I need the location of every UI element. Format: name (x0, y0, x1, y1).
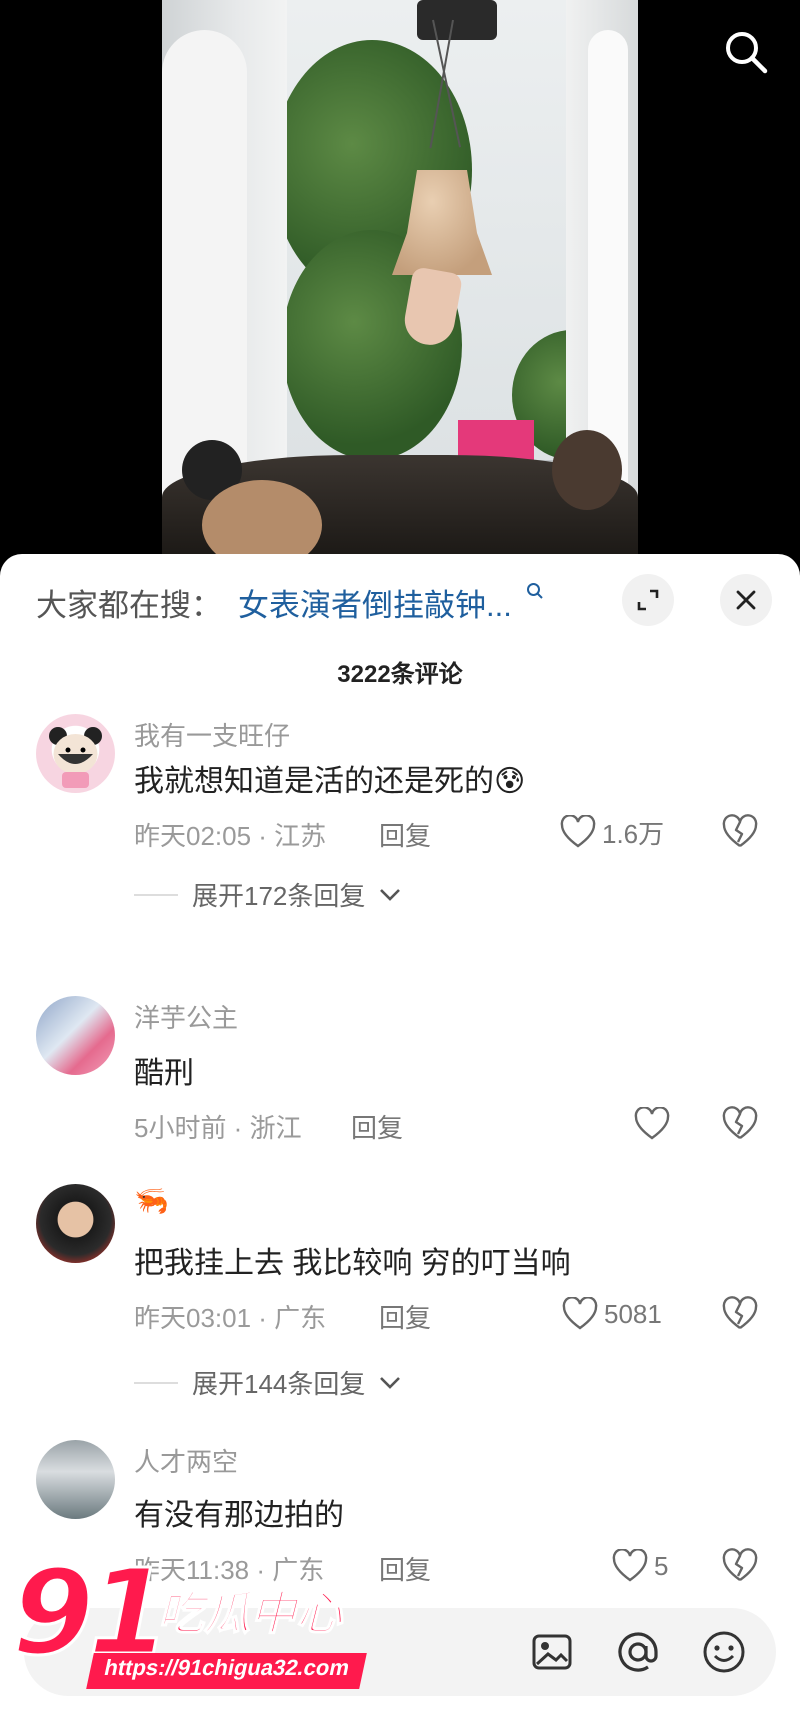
like-button[interactable]: 5 (612, 1546, 668, 1586)
heart-outline-icon (612, 1549, 648, 1582)
search-button[interactable] (718, 24, 774, 80)
close-button[interactable] (720, 574, 772, 626)
username[interactable]: 我有一支旺仔 (134, 716, 290, 753)
username[interactable]: 洋芋公主 (134, 998, 238, 1035)
reply-button[interactable]: 回复 (379, 816, 431, 853)
reply-button[interactable]: 回复 (379, 1298, 431, 1335)
watermark-url: https://91chigua32.com (86, 1653, 367, 1689)
heart-outline-icon (634, 1107, 670, 1140)
comment-time-location: 昨天03:01 · 广东 (134, 1303, 327, 1333)
close-icon (736, 590, 756, 610)
emoji-button[interactable] (700, 1628, 748, 1676)
heart-outline-icon (562, 1297, 598, 1330)
username-shrimp-emoji[interactable]: 🦐 (134, 1184, 169, 1217)
comments-sheet: 大家都在搜： 女表演者倒挂敲钟... 3222条评论 我有一支旺仔 我就想知道是… (0, 554, 800, 1715)
broken-heart-icon[interactable] (722, 1548, 758, 1584)
heart-outline-icon (560, 815, 596, 848)
expand-icon (637, 589, 659, 611)
video-frame (162, 0, 638, 560)
avatar[interactable] (36, 714, 115, 793)
video-player[interactable] (0, 0, 800, 560)
expand-replies-button[interactable]: 展开144条回复 (134, 1364, 401, 1401)
small-search-icon (527, 583, 543, 599)
chevron-down-icon (380, 888, 401, 901)
site-watermark: 91 吃瓜中心 https://91chigua32.com (8, 1542, 408, 1693)
image-icon (532, 1634, 572, 1670)
broken-heart-icon[interactable] (722, 1296, 758, 1332)
comment-text: 酷刑 (134, 1057, 194, 1090)
expand-replies-button[interactable]: 展开172条回复 (134, 876, 401, 913)
reply-button[interactable]: 回复 (351, 1108, 403, 1145)
image-button[interactable] (528, 1628, 576, 1676)
comment-text: 我就想知道是活的还是死的😰 (134, 765, 526, 798)
broken-heart-icon[interactable] (722, 1106, 758, 1142)
chevron-down-icon (380, 1376, 401, 1389)
watermark-name: 吃瓜中心 (157, 1585, 343, 1641)
comment-time-location: 昨天02:05 · 江苏 (134, 821, 327, 851)
broken-heart-icon[interactable] (722, 814, 758, 850)
avatar[interactable] (36, 996, 115, 1075)
trending-search-link[interactable]: 女表演者倒挂敲钟... (238, 580, 512, 625)
comments-count: 3222条评论 (337, 661, 463, 688)
at-icon (618, 1632, 658, 1672)
sheet-header: 大家都在搜： 女表演者倒挂敲钟... (0, 554, 800, 646)
expand-button[interactable] (622, 574, 674, 626)
like-button[interactable]: 5081 (562, 1294, 662, 1334)
comment-text: 把我挂上去 我比较响 穷的叮当响 (134, 1247, 571, 1280)
avatar[interactable] (36, 1184, 115, 1263)
worried-face-emoji: 😰 (494, 765, 526, 798)
avatar[interactable] (36, 1440, 115, 1519)
trending-prefix: 大家都在搜： (36, 588, 222, 623)
comment-text: 有没有那边拍的 (134, 1499, 344, 1532)
like-button[interactable] (634, 1104, 676, 1144)
username[interactable]: 人才两空 (134, 1442, 238, 1479)
mention-button[interactable] (614, 1628, 662, 1676)
smiley-icon (703, 1631, 745, 1673)
search-icon (726, 32, 768, 74)
like-button[interactable]: 1.6万 (560, 812, 664, 852)
comment-time-location: 5小时前 · 浙江 (134, 1113, 302, 1143)
